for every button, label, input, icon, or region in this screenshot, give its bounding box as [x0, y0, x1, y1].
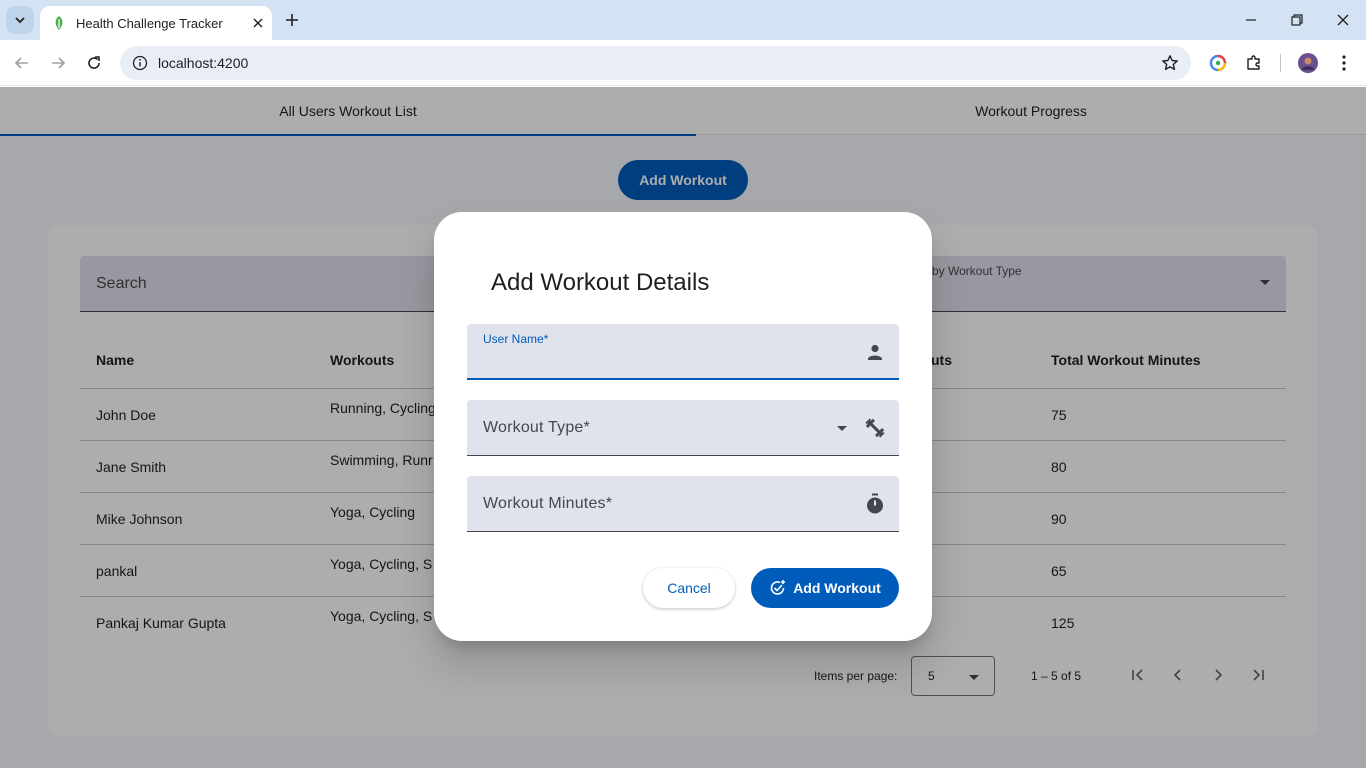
add-workout-dialog: Add Workout Details User Name* Workout T… — [434, 212, 932, 641]
favicon-icon — [52, 16, 66, 30]
tab-search-button[interactable] — [6, 6, 34, 34]
dropdown-arrow-icon — [837, 426, 847, 431]
workout-minutes-input[interactable]: Workout Minutes* — [467, 476, 899, 532]
submit-add-workout-button[interactable]: Add Workout — [751, 568, 899, 608]
browser-menu-icon[interactable] — [1333, 52, 1355, 74]
browser-toolbar: localhost:4200 — [0, 40, 1366, 86]
browser-tab[interactable]: Health Challenge Tracker — [40, 6, 272, 40]
site-info-icon[interactable] — [122, 55, 158, 71]
tab-title: Health Challenge Tracker — [76, 15, 223, 31]
reload-icon[interactable] — [80, 49, 108, 77]
bookmark-star-icon[interactable] — [1161, 54, 1179, 77]
user-name-label: User Name* — [483, 332, 549, 346]
submit-button-label: Add Workout — [793, 580, 881, 596]
dialog-title: Add Workout Details — [491, 269, 710, 296]
toolbar-separator — [1280, 54, 1281, 72]
url-text: localhost:4200 — [158, 55, 249, 71]
chevron-down-icon — [15, 17, 25, 24]
timer-icon — [863, 492, 887, 516]
workout-minutes-label: Workout Minutes* — [483, 495, 613, 512]
fitness-icon — [863, 416, 887, 440]
user-name-field[interactable]: User Name* — [467, 324, 899, 380]
add-task-icon — [770, 580, 786, 595]
minimize-icon[interactable] — [1228, 0, 1274, 40]
restore-icon[interactable] — [1274, 0, 1320, 40]
new-tab-icon[interactable] — [280, 8, 304, 32]
close-window-icon[interactable] — [1320, 0, 1366, 40]
extensions-icon[interactable] — [1243, 52, 1265, 74]
profile-avatar[interactable] — [1297, 52, 1319, 74]
person-icon — [863, 340, 887, 364]
google-lens-icon[interactable] — [1207, 52, 1229, 74]
browser-titlebar: Health Challenge Tracker — [0, 0, 1366, 40]
address-bar[interactable]: localhost:4200 — [120, 46, 1191, 80]
forward-icon[interactable] — [44, 49, 72, 77]
back-icon[interactable] — [8, 49, 36, 77]
close-tab-icon[interactable] — [244, 9, 272, 37]
workout-type-label: Workout Type* — [483, 419, 590, 436]
workout-type-select[interactable]: Workout Type* — [467, 400, 899, 456]
cancel-button[interactable]: Cancel — [643, 568, 735, 608]
